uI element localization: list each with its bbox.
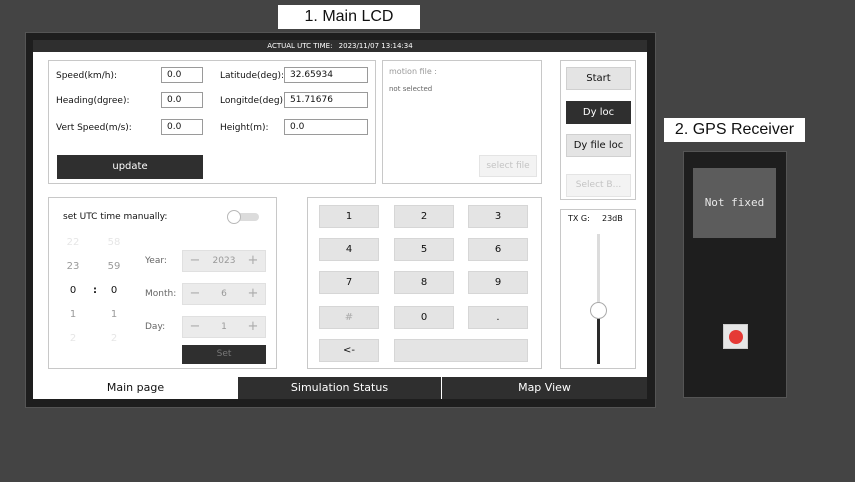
key-9[interactable]: 9 bbox=[468, 271, 528, 294]
main-lcd-frame: ACTUAL UTC TIME: 2023/11/07 13:14:34 Spe… bbox=[25, 32, 656, 408]
record-dot-icon bbox=[729, 330, 743, 344]
minute-roller-item: 2 bbox=[110, 333, 118, 344]
update-button[interactable]: update bbox=[57, 155, 203, 179]
minute-roller-item: 1 bbox=[110, 309, 118, 320]
lcd-screen: ACTUAL UTC TIME: 2023/11/07 13:14:34 Spe… bbox=[33, 40, 647, 399]
dy-file-loc-button[interactable]: Dy file loc bbox=[566, 134, 631, 157]
hour-roller-item: 1 bbox=[69, 309, 77, 320]
select-b-button[interactable]: Select B... bbox=[566, 174, 631, 197]
motion-file-panel: motion file : not selected select file bbox=[382, 60, 542, 184]
dy-loc-button[interactable]: Dy loc bbox=[566, 101, 631, 124]
key-blank[interactable] bbox=[394, 339, 528, 362]
gps-receiver-device: Not fixed bbox=[683, 151, 787, 398]
bottom-tab-bar: Main page Simulation Status Map View bbox=[33, 377, 647, 399]
tab-map-view[interactable]: Map View bbox=[442, 377, 647, 399]
key-1[interactable]: 1 bbox=[319, 205, 379, 228]
hour-roller-item: 23 bbox=[66, 261, 80, 272]
year-increment-button[interactable]: + bbox=[244, 251, 262, 271]
slider-knob[interactable] bbox=[590, 301, 607, 319]
key-backspace[interactable]: <- bbox=[319, 339, 379, 362]
key-5[interactable]: 5 bbox=[394, 238, 454, 261]
time-colon: : bbox=[93, 285, 97, 296]
day-increment-button[interactable]: + bbox=[244, 317, 262, 337]
key-0[interactable]: 0 bbox=[394, 306, 454, 329]
key-4[interactable]: 4 bbox=[319, 238, 379, 261]
key-7[interactable]: 7 bbox=[319, 271, 379, 294]
day-spinbox: − 1 + bbox=[182, 316, 266, 338]
key-dot[interactable]: . bbox=[468, 306, 528, 329]
tab-simulation-status[interactable]: Simulation Status bbox=[238, 377, 441, 399]
motion-file-status: not selected bbox=[389, 85, 433, 93]
month-label: Month: bbox=[145, 289, 177, 299]
gps-receiver-caption: 2. GPS Receiver bbox=[664, 118, 805, 142]
tx-gain-value: 23dB bbox=[602, 214, 623, 223]
set-time-button[interactable]: Set bbox=[182, 345, 266, 364]
vert-speed-label: Vert Speed(m/s): bbox=[56, 123, 132, 133]
height-field[interactable]: 0.0 bbox=[284, 119, 368, 135]
utc-time-panel: set UTC time manually: 22 23 0 1 2 : 58 … bbox=[48, 197, 277, 369]
speed-label: Speed(km/h): bbox=[56, 71, 117, 81]
minute-roller-selected: 0 bbox=[110, 285, 118, 296]
main-lcd-caption: 1. Main LCD bbox=[278, 5, 420, 29]
longitude-field[interactable]: 51.71676 bbox=[284, 92, 368, 108]
latitude-label: Latitude(deg): bbox=[220, 71, 285, 81]
key-3[interactable]: 3 bbox=[468, 205, 528, 228]
year-label: Year: bbox=[145, 256, 167, 266]
hour-roller-item: 22 bbox=[66, 237, 80, 248]
utc-label: ACTUAL UTC TIME: bbox=[267, 42, 333, 50]
latitude-field[interactable]: 32.65934 bbox=[284, 67, 368, 83]
minute-roller-item: 58 bbox=[107, 237, 121, 248]
day-label: Day: bbox=[145, 322, 166, 332]
month-increment-button[interactable]: + bbox=[244, 284, 262, 304]
tx-gain-slider[interactable] bbox=[590, 234, 608, 364]
utc-value: 2023/11/07 13:14:34 bbox=[338, 42, 413, 50]
numeric-keypad-panel: 1 2 3 4 5 6 7 8 9 # 0 . <- bbox=[307, 197, 542, 369]
motion-file-title: motion file : bbox=[389, 67, 437, 76]
key-hash[interactable]: # bbox=[319, 306, 379, 329]
gps-record-button[interactable] bbox=[723, 324, 748, 349]
utc-status-bar: ACTUAL UTC TIME: 2023/11/07 13:14:34 bbox=[33, 40, 647, 52]
height-label: Height(m): bbox=[220, 123, 269, 133]
gps-status-display: Not fixed bbox=[693, 168, 776, 238]
key-6[interactable]: 6 bbox=[468, 238, 528, 261]
heading-label: Heading(dgree): bbox=[56, 96, 130, 106]
control-buttons-panel: Start Dy loc Dy file loc Select B... bbox=[560, 60, 636, 200]
hour-roller-item: 2 bbox=[69, 333, 77, 344]
month-spinbox: − 6 + bbox=[182, 283, 266, 305]
start-button[interactable]: Start bbox=[566, 67, 631, 90]
longitude-label: Longitde(deg): bbox=[220, 96, 287, 106]
speed-field[interactable]: 0.0 bbox=[161, 67, 203, 83]
toggle-knob bbox=[227, 210, 241, 224]
manual-utc-toggle[interactable] bbox=[227, 210, 261, 224]
tx-gain-label: TX G: bbox=[568, 214, 590, 223]
year-spinbox: − 2023 + bbox=[182, 250, 266, 272]
tx-gain-panel: TX G: 23dB bbox=[560, 209, 636, 369]
key-8[interactable]: 8 bbox=[394, 271, 454, 294]
minute-roller-item: 59 bbox=[107, 261, 121, 272]
select-file-button[interactable]: select file bbox=[479, 155, 537, 177]
key-2[interactable]: 2 bbox=[394, 205, 454, 228]
motion-parameters-panel: Speed(km/h): 0.0 Heading(dgree): 0.0 Ver… bbox=[48, 60, 376, 184]
hour-roller-selected: 0 bbox=[69, 285, 77, 296]
heading-field[interactable]: 0.0 bbox=[161, 92, 203, 108]
vert-speed-field[interactable]: 0.0 bbox=[161, 119, 203, 135]
tab-main-page[interactable]: Main page bbox=[33, 377, 238, 399]
manual-utc-title: set UTC time manually: bbox=[63, 212, 168, 222]
